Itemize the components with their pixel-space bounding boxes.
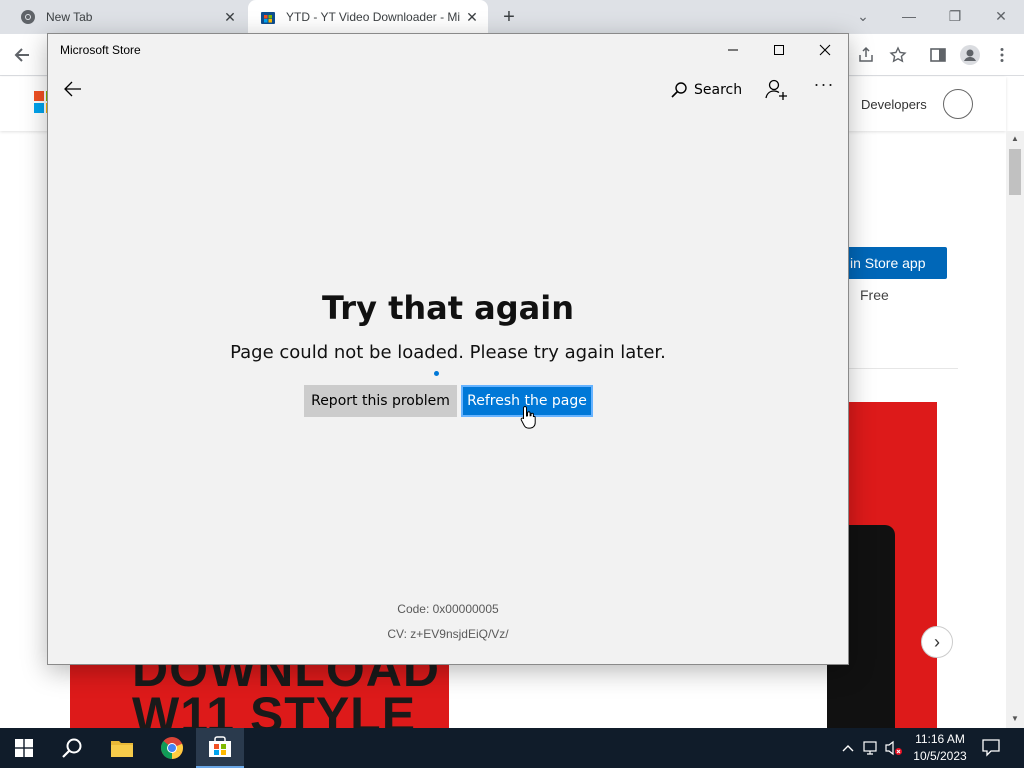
minimize-icon[interactable]: —	[894, 4, 924, 28]
network-icon[interactable]	[862, 738, 882, 758]
taskbar: 11:16 AM 10/5/2023	[0, 728, 1024, 768]
search-button[interactable]: Search	[670, 79, 742, 101]
profile-avatar-icon[interactable]	[958, 43, 982, 67]
price-label: Free	[860, 287, 889, 303]
back-arrow-icon[interactable]	[10, 43, 34, 67]
promo-banner: DOWNLOAD W11 STYLE	[70, 664, 449, 728]
file-explorer-icon[interactable]	[98, 728, 146, 768]
chrome-icon[interactable]	[148, 728, 196, 768]
close-tab-icon[interactable]: ✕	[464, 9, 480, 25]
report-problem-button[interactable]: Report this problem	[304, 385, 457, 417]
account-icon[interactable]	[943, 89, 973, 119]
side-panel-icon[interactable]	[926, 43, 950, 67]
window-title: Microsoft Store	[60, 43, 141, 57]
chrome-icon	[21, 10, 35, 24]
promo-text: DOWNLOAD W11 STYLE	[132, 664, 440, 728]
minimize-icon[interactable]	[710, 34, 756, 66]
clock-date: 10/5/2023	[913, 749, 967, 763]
error-code: Code: 0x00000005	[397, 602, 499, 616]
bookmark-star-icon[interactable]	[886, 43, 910, 67]
correlation-vector: CV: z+EV9nsjdEiQ/Vz/	[387, 627, 509, 641]
restore-icon[interactable]: ❐	[940, 4, 970, 28]
chevron-up-icon[interactable]	[838, 738, 858, 758]
browser-tab-strip: New Tab ✕ YTD - YT Video Downloader - Mi…	[0, 0, 1024, 34]
system-clock[interactable]: 11:16 AM 10/5/2023	[905, 731, 975, 765]
tab-search-chevron-icon[interactable]: ⌄	[848, 4, 878, 28]
close-icon[interactable]	[802, 34, 848, 66]
nav-developers-link[interactable]: Developers	[861, 97, 927, 112]
start-icon[interactable]	[0, 728, 48, 768]
microsoft-store-window: Microsoft Store Search ··· Try that agai…	[47, 33, 849, 665]
search-icon	[671, 82, 687, 98]
loading-indicator	[434, 371, 439, 376]
tab-new-tab[interactable]: New Tab ✕	[8, 0, 246, 34]
tab-ytd-downloader[interactable]: YTD - YT Video Downloader - Mi ✕	[248, 0, 488, 34]
maximize-icon[interactable]	[756, 34, 802, 66]
scroll-up-arrow-icon[interactable]: ▲	[1009, 133, 1021, 145]
more-menu-icon[interactable]	[990, 43, 1014, 67]
error-message: Page could not be loaded. Please try aga…	[230, 342, 666, 363]
error-title: Try that again	[321, 289, 575, 327]
notification-center-icon[interactable]	[980, 736, 1002, 758]
divider	[848, 368, 958, 369]
scroll-down-arrow-icon[interactable]: ▼	[1009, 713, 1021, 725]
back-arrow-icon[interactable]	[62, 78, 84, 100]
scroll-thumb[interactable]	[1009, 149, 1021, 195]
search-label: Search	[694, 82, 743, 98]
hand-cursor-icon	[520, 405, 536, 429]
microsoft-store-icon[interactable]	[196, 728, 244, 768]
tab-title: New Tab	[46, 10, 93, 24]
volume-muted-icon[interactable]	[884, 738, 904, 758]
more-options-icon[interactable]: ···	[812, 74, 836, 98]
clock-time: 11:16 AM	[915, 732, 965, 746]
store-titlebar[interactable]: Microsoft Store	[48, 34, 848, 66]
tab-title: YTD - YT Video Downloader - Mi	[286, 10, 461, 24]
account-add-icon[interactable]	[764, 78, 788, 102]
store-favicon-icon	[261, 12, 275, 24]
close-tab-icon[interactable]: ✕	[222, 9, 238, 25]
share-icon[interactable]	[854, 43, 878, 67]
close-icon[interactable]: ✕	[986, 4, 1016, 28]
search-icon[interactable]	[48, 728, 96, 768]
page-scrollbar[interactable]: ▲ ▼	[1006, 131, 1024, 728]
new-tab-button[interactable]: +	[500, 7, 518, 27]
carousel-next-chevron-icon[interactable]: ›	[921, 626, 953, 658]
